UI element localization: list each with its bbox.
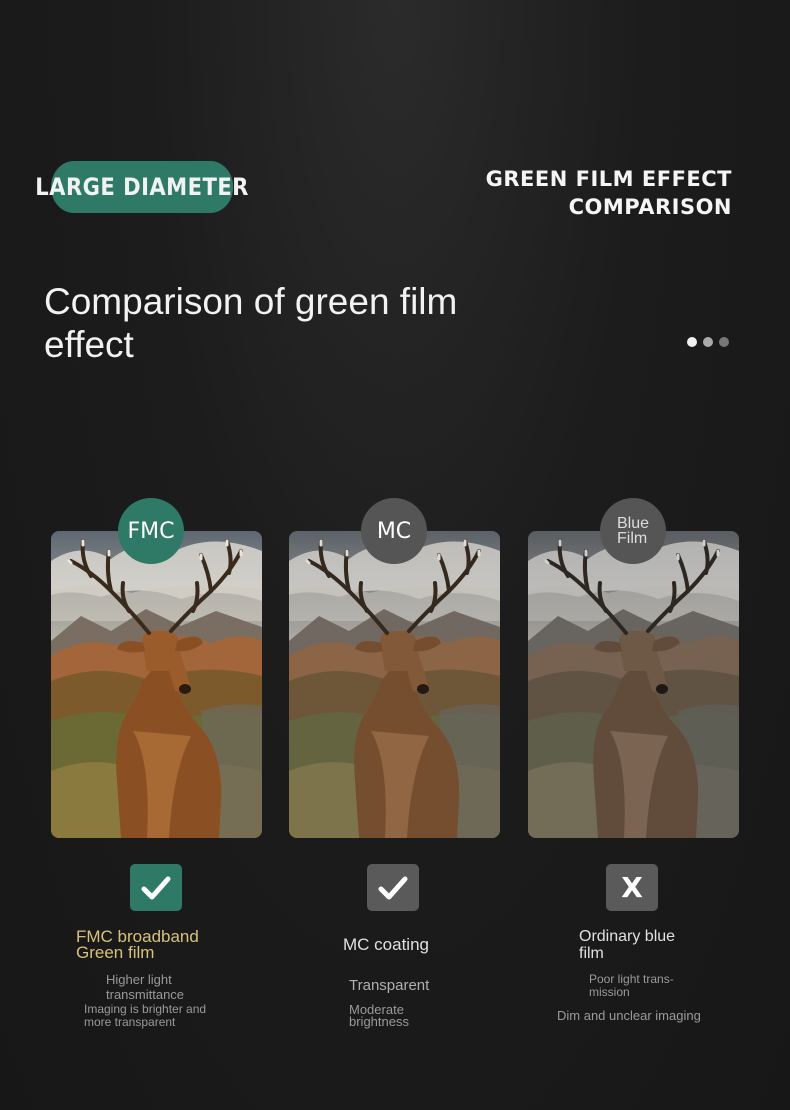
blue-film-badge-line-2: Film bbox=[616, 530, 648, 547]
fmc-desc2-line-2: more transparent bbox=[84, 1015, 176, 1029]
large-diameter-badge: LARGE DIAMETER bbox=[35, 161, 248, 213]
mc-sample-image bbox=[289, 531, 500, 838]
pagination-dot-1[interactable] bbox=[687, 337, 697, 347]
fmc-transmittance-text: Higher light transmittance bbox=[106, 972, 184, 1002]
mc-badge: MC bbox=[361, 498, 427, 564]
mc-transparent-text: Transparent bbox=[349, 977, 430, 994]
section-subtitle: GREEN FILM EFFECT COMPARISON bbox=[486, 165, 732, 221]
pagination-dot-2[interactable] bbox=[703, 337, 713, 347]
blue-film-heading: Ordinary blue film bbox=[579, 928, 675, 962]
fmc-sample-image bbox=[51, 531, 262, 838]
blue-film-heading-line-2: film bbox=[579, 945, 604, 962]
fmc-badge: FMC bbox=[118, 498, 184, 564]
page-title: Comparison of green film effect bbox=[44, 281, 458, 365]
mc-heading: MC coating bbox=[343, 935, 429, 954]
blue-film-transmission-text: Poor light trans- mission bbox=[589, 973, 674, 999]
mc-desc2-line-2: brightness bbox=[349, 1014, 409, 1029]
pagination-dot-3[interactable] bbox=[719, 337, 729, 347]
blue-film-heading-line-1: Ordinary blue bbox=[579, 928, 676, 945]
blue-film-desc1-line-2: mission bbox=[589, 985, 630, 999]
subtitle-line-2: COMPARISON bbox=[568, 195, 732, 219]
x-icon: X bbox=[606, 864, 658, 911]
fmc-imaging-text: Imaging is brighter and more transparent bbox=[84, 1003, 206, 1029]
blue-film-badge-line-1: Blue bbox=[616, 515, 650, 532]
pagination-dots bbox=[687, 337, 729, 347]
fmc-heading-line-2: Green film bbox=[76, 943, 155, 962]
check-icon bbox=[367, 864, 419, 911]
fmc-heading: FMC broadband Green film bbox=[76, 928, 199, 962]
fmc-desc1-line-1: Higher light bbox=[106, 972, 172, 987]
blue-film-badge: Blue Film bbox=[600, 498, 666, 564]
subtitle-line-1: GREEN FILM EFFECT bbox=[485, 167, 732, 191]
check-icon bbox=[130, 864, 182, 911]
blue-film-imaging-text: Dim and unclear imaging bbox=[557, 1008, 701, 1023]
blue-film-sample-image bbox=[528, 531, 739, 838]
mc-brightness-text: Moderate brightness bbox=[349, 1003, 409, 1029]
fmc-desc1-line-2: transmittance bbox=[106, 987, 185, 1002]
